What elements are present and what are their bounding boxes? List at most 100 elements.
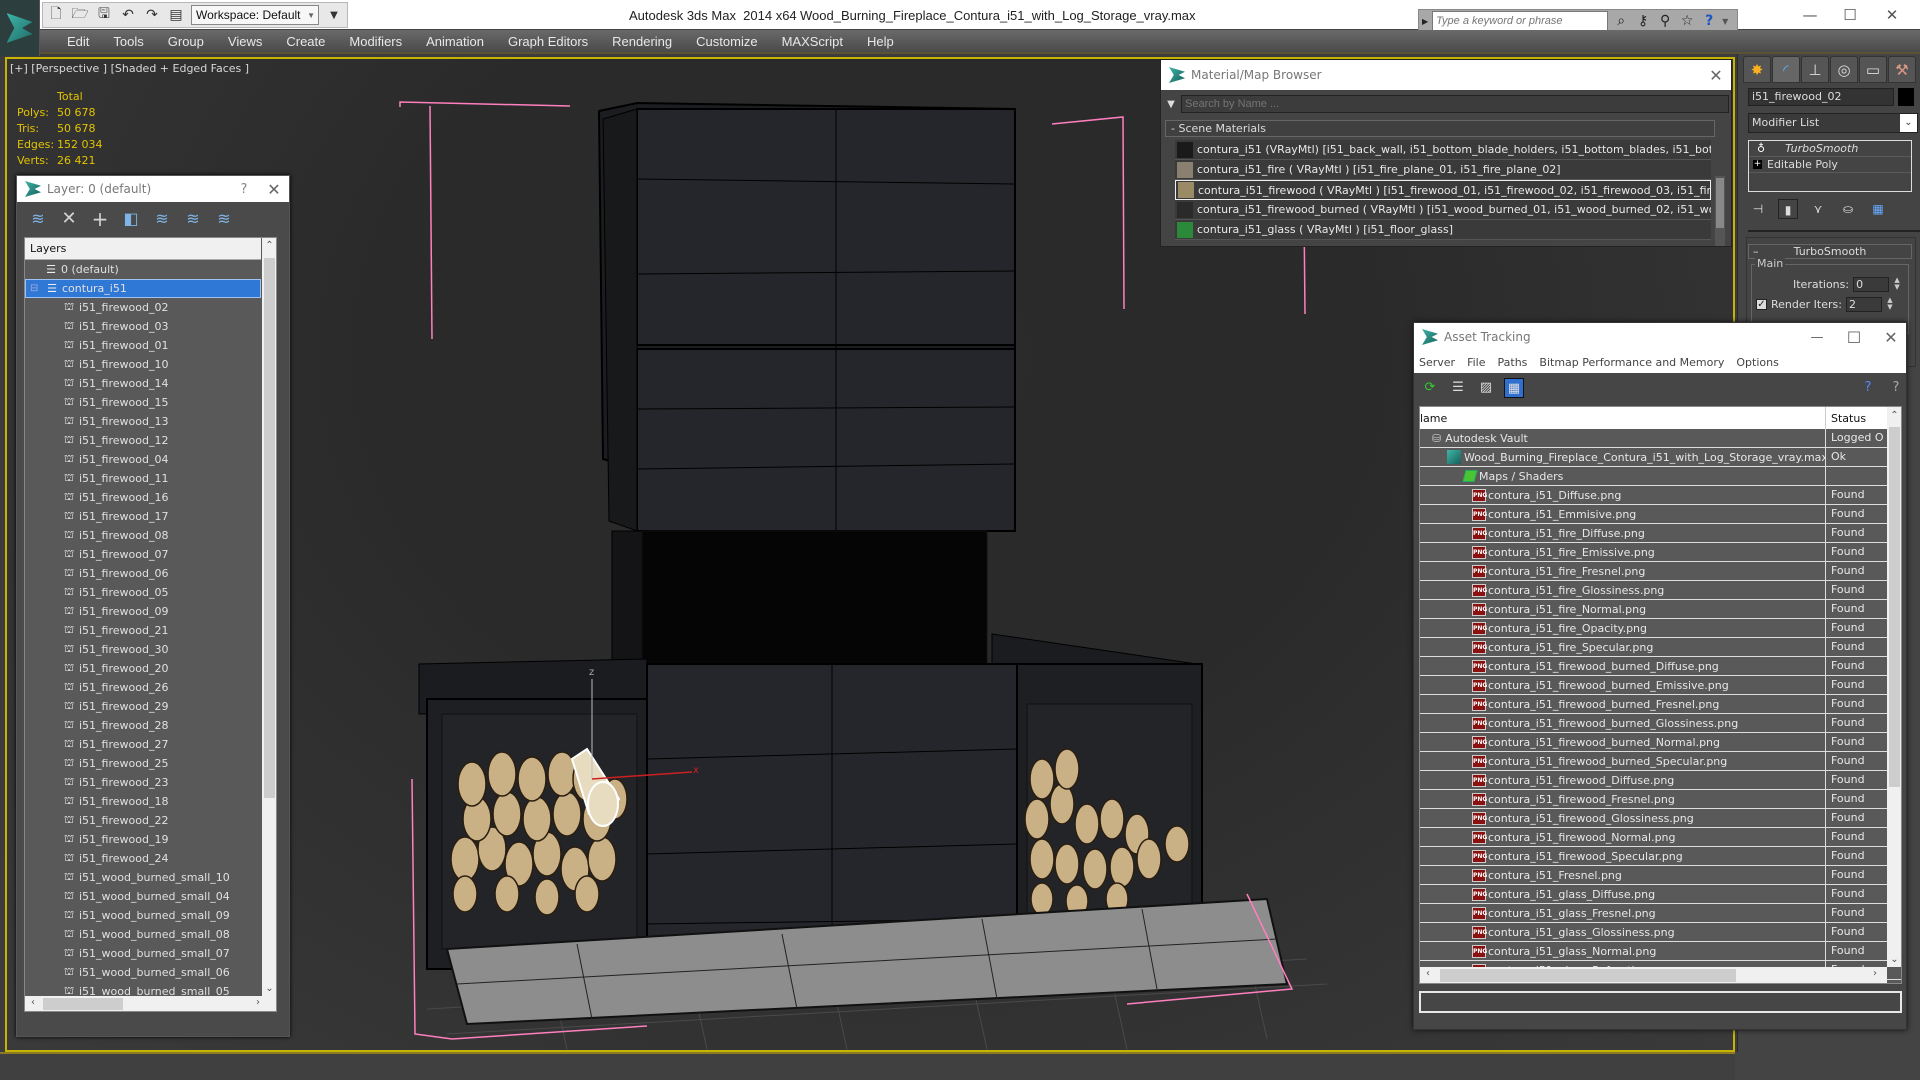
layer-object-row[interactable]: ⛫ i51_firewood_15 bbox=[25, 393, 261, 412]
configure-modifier-sets-icon[interactable]: ▦ bbox=[1868, 199, 1888, 219]
create-tab-icon[interactable]: ✸ bbox=[1743, 56, 1771, 83]
status-column-header[interactable]: Status bbox=[1826, 407, 1886, 429]
scroll-right-icon[interactable]: › bbox=[253, 997, 263, 1008]
material-item[interactable]: contura_i51 (VRayMtl) [i51_back_wall, i5… bbox=[1175, 140, 1711, 160]
menu-maxscript[interactable]: MAXScript bbox=[770, 34, 855, 49]
help-button[interactable]: ? bbox=[229, 182, 259, 197]
layer-object-row[interactable]: ⛫ i51_firewood_03 bbox=[25, 317, 261, 336]
expand-icon[interactable]: + bbox=[1753, 160, 1762, 169]
table-row[interactable]: PNG contura_i51_firewood_burned_Glossines… bbox=[1420, 714, 1901, 733]
undo-icon[interactable]: ↶ bbox=[119, 6, 137, 24]
material-item[interactable]: contura_i51_firewood_burned ( VRayMtl ) … bbox=[1175, 200, 1711, 220]
layer-row-contura-i51[interactable]: ⊟ ☰ contura_i51 bbox=[25, 279, 276, 298]
table-row[interactable]: PNG contura_i51_fire_Normal.png Found bbox=[1420, 600, 1901, 619]
layer-window-titlebar[interactable]: Layer: 0 (default) ? ✕ bbox=[17, 176, 289, 202]
layer-object-row[interactable]: ⛫ i51_firewood_22 bbox=[25, 811, 261, 830]
spinner-arrows-icon[interactable]: ▲ ▼ bbox=[1893, 277, 1901, 292]
layer-object-row[interactable]: ⛫ i51_firewood_17 bbox=[25, 507, 261, 526]
application-button[interactable] bbox=[0, 0, 40, 56]
display-tab-icon[interactable]: ▭ bbox=[1859, 56, 1887, 83]
online-help-icon[interactable]: ? bbox=[1858, 378, 1878, 398]
menu-graph-editors[interactable]: Graph Editors bbox=[496, 34, 600, 49]
select-objects-icon[interactable]: ◧ bbox=[118, 207, 144, 231]
project-folder-icon[interactable]: ▤ bbox=[167, 6, 185, 24]
layer-object-row[interactable]: ⛫ i51_firewood_29 bbox=[25, 697, 261, 716]
maximize-icon[interactable]: ☐ bbox=[1832, 328, 1876, 347]
browser-options-icon[interactable]: ▼ bbox=[1161, 99, 1181, 110]
menu-create[interactable]: Create bbox=[274, 34, 337, 49]
asset-horizontal-scrollbar[interactable]: ‹ › bbox=[1420, 967, 1887, 983]
scroll-thumb[interactable] bbox=[1440, 969, 1736, 982]
favorites-star-icon[interactable]: ☆ bbox=[1678, 12, 1696, 30]
scroll-up-icon[interactable]: ⌃ bbox=[1887, 410, 1901, 421]
material-search-input[interactable] bbox=[1181, 95, 1729, 113]
menu-rendering[interactable]: Rendering bbox=[600, 34, 684, 49]
layer-object-row[interactable]: ⛫ i51_firewood_26 bbox=[25, 678, 261, 697]
scroll-thumb[interactable] bbox=[1889, 427, 1900, 787]
table-row[interactable]: PNG contura_i51_fire_Fresnel.png Found bbox=[1420, 562, 1901, 581]
layer-object-row[interactable]: ⛫ i51_firewood_23 bbox=[25, 773, 261, 792]
add-to-layer-icon[interactable]: + bbox=[87, 207, 113, 231]
table-row[interactable]: PNG contura_i51_glass_Normal.png Found bbox=[1420, 942, 1901, 961]
menu-group[interactable]: Group bbox=[156, 34, 216, 49]
layer-object-row[interactable]: ⛫ i51_wood_burned_small_04 bbox=[25, 887, 261, 906]
maximize-button[interactable]: ☐ bbox=[1830, 4, 1870, 26]
minimize-icon[interactable]: — bbox=[1802, 330, 1832, 345]
object-name-field[interactable]: i51_firewood_02 bbox=[1748, 88, 1894, 106]
layer-object-row[interactable]: ⛫ i51_firewood_10 bbox=[25, 355, 261, 374]
name-column-header[interactable]: lame bbox=[1420, 407, 1826, 429]
modifier-list-dropdown[interactable]: Modifier List ⌄ bbox=[1748, 113, 1918, 133]
layer-object-row[interactable]: ⛫ i51_firewood_28 bbox=[25, 716, 261, 735]
layer-object-row[interactable]: ⛫ i51_firewood_25 bbox=[25, 754, 261, 773]
layer-object-row[interactable]: ⛫ i51_firewood_02 bbox=[25, 298, 261, 317]
freeze-all-layers-icon[interactable]: ≋ bbox=[211, 207, 237, 231]
scroll-up-icon[interactable]: ⌃ bbox=[262, 240, 276, 251]
motion-tab-icon[interactable]: ◎ bbox=[1830, 56, 1858, 83]
layer-object-row[interactable]: ⛫ i51_firewood_09 bbox=[25, 602, 261, 621]
collapse-icon[interactable]: ⊟ bbox=[30, 283, 38, 294]
table-row[interactable]: PNG contura_i51_fire_Emissive.png Found bbox=[1420, 543, 1901, 562]
menu-paths[interactable]: Paths bbox=[1498, 356, 1528, 369]
scroll-thumb[interactable] bbox=[43, 998, 123, 1010]
layer-object-row[interactable]: ⛫ i51_firewood_20 bbox=[25, 659, 261, 678]
table-row[interactable]: PNG contura_i51_firewood_burned_Fresnel.p… bbox=[1420, 695, 1901, 714]
table-row[interactable]: PNG contura_i51_glass_Diffuse.png Found bbox=[1420, 885, 1901, 904]
layer-row-default[interactable]: ☰ 0 (default) ✓ bbox=[25, 260, 276, 279]
table-row[interactable]: PNG contura_i51_fire_Glossiness.png Found bbox=[1420, 581, 1901, 600]
hierarchy-tab-icon[interactable]: ⊥ bbox=[1801, 56, 1829, 83]
object-color-swatch[interactable] bbox=[1898, 88, 1914, 106]
layer-object-row[interactable]: ⛫ i51_wood_burned_small_06 bbox=[25, 963, 261, 982]
pin-stack-icon[interactable]: ⊣ bbox=[1748, 199, 1768, 219]
layer-object-row[interactable]: ⛫ i51_firewood_06 bbox=[25, 564, 261, 583]
key-icon[interactable]: ⚷ bbox=[1634, 12, 1652, 30]
render-iters-checkbox[interactable]: ✓ bbox=[1756, 299, 1767, 310]
table-row[interactable]: PNG contura_i51_firewood_Glossiness.png Fo… bbox=[1420, 809, 1901, 828]
scroll-left-icon[interactable]: ‹ bbox=[28, 997, 38, 1008]
table-row[interactable]: PNG contura_i51_firewood_burned_Diffuse.p… bbox=[1420, 657, 1901, 676]
layer-object-row[interactable]: ⛫ i51_firewood_04 bbox=[25, 450, 261, 469]
stack-item-turbosmooth[interactable]: ♁ TurboSmooth bbox=[1749, 141, 1911, 157]
customize-toolbar-icon[interactable]: ▼ bbox=[325, 6, 343, 24]
close-icon[interactable]: ✕ bbox=[1701, 66, 1731, 85]
table-row[interactable]: PNG contura_i51_fire_Diffuse.png Found bbox=[1420, 524, 1901, 543]
binoculars-icon[interactable]: ⌕ bbox=[1612, 12, 1630, 30]
viewport-label[interactable]: [+] [Perspective ] [Shaded + Edged Faces… bbox=[10, 62, 249, 75]
hide-all-layers-icon[interactable]: ≋ bbox=[180, 207, 206, 231]
layer-object-row[interactable]: ⛫ i51_firewood_05 bbox=[25, 583, 261, 602]
scroll-thumb[interactable] bbox=[1716, 178, 1724, 228]
new-file-icon[interactable]: 🗋 bbox=[47, 6, 65, 24]
workspace-dropdown[interactable]: Workspace: Default ▼ bbox=[191, 5, 319, 25]
layer-object-row[interactable]: ⛫ i51_firewood_27 bbox=[25, 735, 261, 754]
expand-arrow-icon[interactable]: ▶ bbox=[1422, 17, 1428, 26]
scroll-right-icon[interactable]: › bbox=[1870, 968, 1880, 979]
table-row[interactable]: PNG contura_i51_fire_Specular.png Found bbox=[1420, 638, 1901, 657]
table-row[interactable]: PNG contura_i51_glass_Glossiness.png Found bbox=[1420, 923, 1901, 942]
table-row[interactable]: PNG contura_i51_Emmisive.png Found bbox=[1420, 505, 1901, 524]
table-view-icon[interactable]: ▦ bbox=[1504, 378, 1524, 398]
scroll-thumb[interactable] bbox=[264, 258, 275, 798]
communication-center-icon[interactable]: ⚲ bbox=[1656, 12, 1674, 30]
close-icon[interactable]: ✕ bbox=[259, 180, 289, 199]
create-layer-icon[interactable]: ≋ bbox=[25, 207, 51, 231]
keyword-search-input[interactable] bbox=[1432, 11, 1609, 31]
layer-object-row[interactable]: ⛫ i51_firewood_13 bbox=[25, 412, 261, 431]
